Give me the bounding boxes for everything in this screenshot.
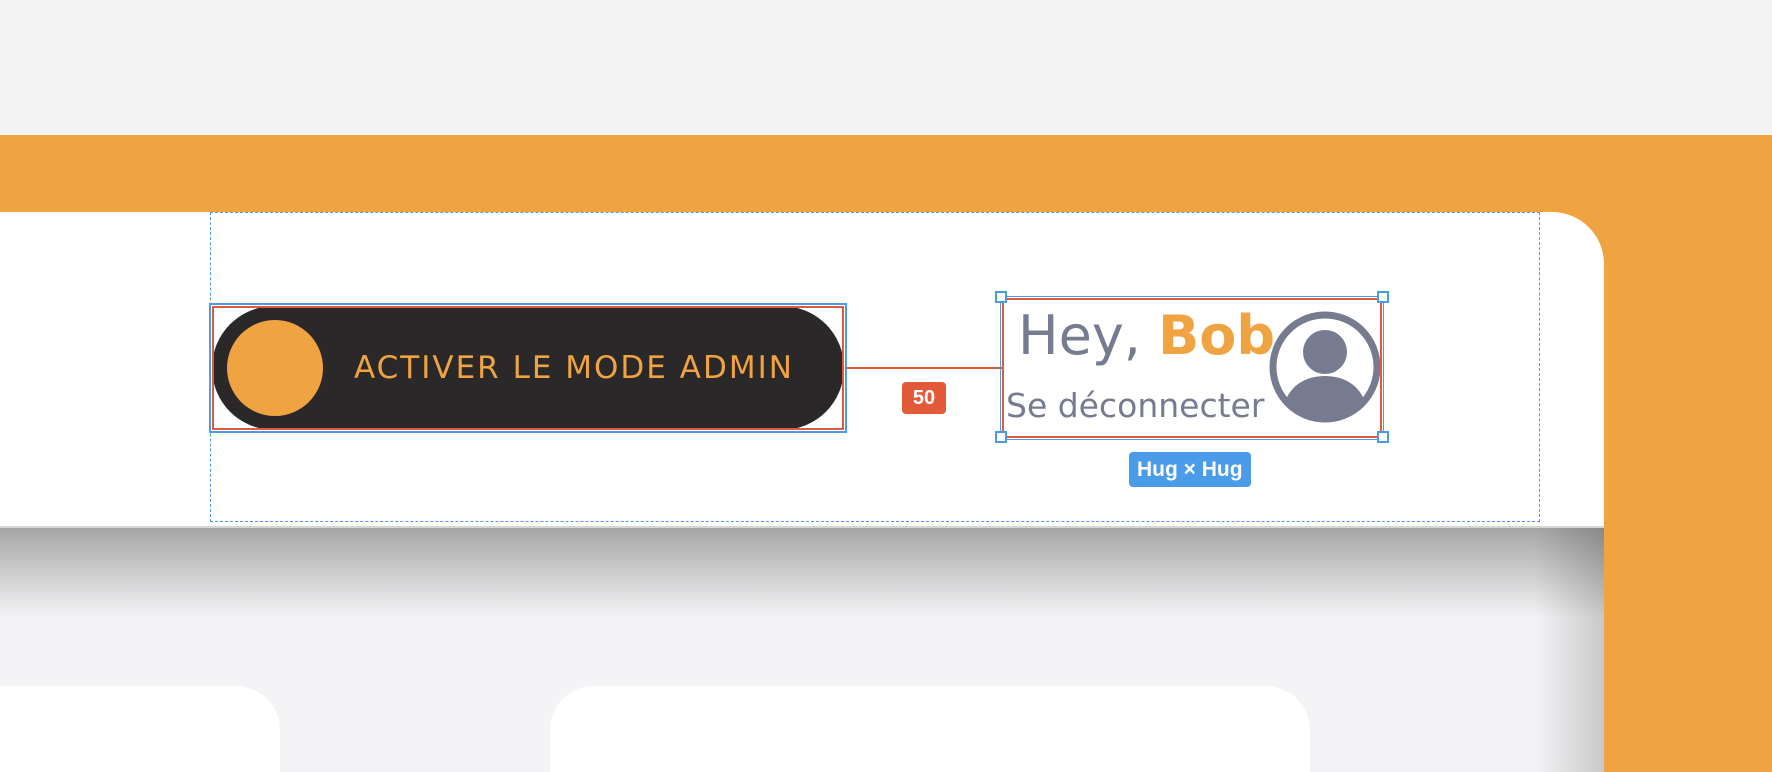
resize-handle-bottom-right[interactable] xyxy=(1377,431,1389,443)
toggle-knob[interactable] xyxy=(227,320,323,416)
resize-handle-bottom-left[interactable] xyxy=(995,431,1007,443)
user-name: Bob xyxy=(1158,304,1276,367)
resize-handle-top-left[interactable] xyxy=(995,291,1007,303)
user-menu[interactable]: Hey, Bob Se déconnecter xyxy=(1002,298,1382,438)
header-shadow xyxy=(0,528,1604,618)
logout-link[interactable]: Se déconnecter xyxy=(1006,386,1264,425)
user-avatar-icon[interactable] xyxy=(1268,310,1382,424)
admin-mode-label: ACTIVER LE MODE ADMIN xyxy=(354,350,794,386)
right-shadow xyxy=(1534,528,1604,772)
greeting-prefix: Hey, xyxy=(1018,304,1159,367)
content-card[interactable] xyxy=(550,686,1310,772)
spacing-value-badge: 50 xyxy=(902,382,946,414)
resize-handle-top-right[interactable] xyxy=(1377,291,1389,303)
content-card[interactable] xyxy=(0,686,280,772)
spacing-indicator-line xyxy=(846,367,1002,369)
sizing-mode-badge: Hug × Hug xyxy=(1129,452,1251,487)
admin-mode-toggle[interactable]: ACTIVER LE MODE ADMIN xyxy=(212,306,844,430)
user-greeting: Hey, Bob xyxy=(1018,304,1275,367)
